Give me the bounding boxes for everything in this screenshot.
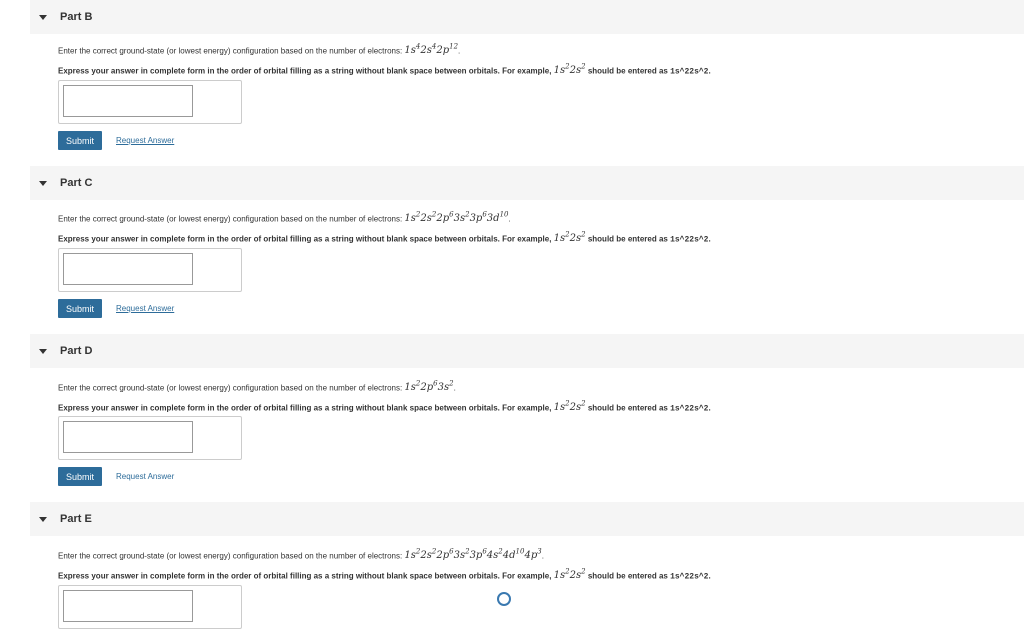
answer-box — [58, 80, 242, 124]
chevron-down-icon[interactable] — [39, 516, 47, 522]
submit-button[interactable]: Submit — [58, 467, 102, 486]
orbital-term: 1s4 — [404, 43, 421, 57]
orbital-term: 1s2 — [553, 231, 570, 245]
example-config: 1s22s2 — [553, 63, 586, 77]
orbital-term: 2s2 — [420, 548, 437, 562]
electron-count: 12 — [449, 43, 459, 51]
orbital-term: 2s2 — [569, 231, 586, 245]
instruction-text: Express your answer in complete form in … — [58, 63, 711, 77]
submit-button[interactable]: Submit — [58, 299, 102, 318]
part-title: Part D — [60, 345, 93, 357]
part-title: Part C — [60, 177, 93, 189]
answer-input[interactable] — [63, 590, 193, 622]
question-prompt: Enter the correct ground-state (or lowes… — [58, 211, 511, 225]
part-title: Part E — [60, 513, 92, 525]
electron-count: 2 — [565, 231, 570, 239]
question-prompt: Enter the correct ground-state (or lowes… — [58, 380, 456, 394]
question-prompt: Enter the correct ground-state (or lowes… — [58, 43, 461, 57]
orbital-term: 4p3 — [524, 548, 542, 562]
answer-box — [58, 416, 242, 460]
example-config: 1s22s2 — [553, 400, 586, 414]
chevron-down-icon[interactable] — [39, 14, 47, 20]
example-config: 1s22s2 — [553, 568, 586, 582]
request-answer-link[interactable]: Request Answer — [116, 304, 174, 313]
part-title: Part B — [60, 11, 93, 23]
orbital-term: 3p6 — [469, 211, 487, 225]
orbital-term: 3p6 — [469, 548, 487, 562]
electron-count: 2 — [449, 380, 454, 388]
orbital-term: 2s2 — [420, 211, 437, 225]
electron-count: 2 — [565, 63, 570, 71]
electron-config: 1s22p63s2 — [404, 380, 454, 394]
orbital-term: 4s2 — [486, 548, 503, 562]
answer-input[interactable] — [63, 85, 193, 117]
electron-count: 2 — [465, 548, 470, 556]
orbital-term: 1s2 — [404, 380, 421, 394]
orbital-term: 1s2 — [404, 548, 421, 562]
electron-count: 2 — [565, 400, 570, 408]
electron-count: 6 — [433, 380, 438, 388]
orbital-term: 2s4 — [420, 43, 437, 57]
electron-count: 6 — [449, 548, 454, 556]
request-answer-link[interactable]: Request Answer — [116, 472, 174, 481]
electron-config: 1s22s22p63s23p63d10 — [404, 211, 509, 225]
orbital-term: 1s2 — [404, 211, 421, 225]
loading-spinner-icon — [497, 592, 511, 606]
orbital-term: 2p6 — [436, 548, 454, 562]
orbital-term: 1s2 — [553, 568, 570, 582]
chevron-down-icon[interactable] — [39, 348, 47, 354]
orbital-term: 3d10 — [486, 211, 509, 225]
orbital-term: 2s2 — [569, 63, 586, 77]
part-d-header[interactable]: Part D — [30, 334, 1024, 368]
answer-box — [58, 248, 242, 292]
instruction-text: Express your answer in complete form in … — [58, 568, 711, 582]
electron-count: 3 — [537, 548, 542, 556]
orbital-term: 1s2 — [553, 63, 570, 77]
orbital-term: 2p12 — [436, 43, 459, 57]
instruction-text: Express your answer in complete form in … — [58, 400, 711, 414]
part-c-header[interactable]: Part C — [30, 166, 1024, 200]
instruction-text: Express your answer in complete form in … — [58, 231, 711, 245]
electron-config: 1s42s42p12 — [404, 43, 459, 57]
chevron-down-icon[interactable] — [39, 180, 47, 186]
example-config: 1s22s2 — [553, 231, 586, 245]
orbital-term: 2s2 — [569, 568, 586, 582]
answer-input[interactable] — [63, 421, 193, 453]
electron-count: 2 — [465, 211, 470, 219]
part-e-header[interactable]: Part E — [30, 502, 1024, 536]
orbital-term: 3s2 — [453, 548, 470, 562]
answer-input[interactable] — [63, 253, 193, 285]
request-answer-link[interactable]: Request Answer — [116, 136, 174, 145]
orbital-term: 2p6 — [436, 211, 454, 225]
part-b-header[interactable]: Part B — [30, 0, 1024, 34]
orbital-term: 3s2 — [453, 211, 470, 225]
question-prompt: Enter the correct ground-state (or lowes… — [58, 548, 544, 562]
orbital-term: 1s2 — [553, 400, 570, 414]
orbital-term: 2s2 — [569, 400, 586, 414]
electron-count: 2 — [565, 568, 570, 576]
orbital-term: 2p6 — [420, 380, 438, 394]
electron-count: 6 — [449, 211, 454, 219]
orbital-term: 4d10 — [502, 548, 525, 562]
answer-box — [58, 585, 242, 629]
orbital-term: 3s2 — [437, 380, 454, 394]
electron-count: 10 — [499, 211, 509, 219]
submit-button[interactable]: Submit — [58, 131, 102, 150]
electron-config: 1s22s22p63s23p64s24d104p3 — [404, 548, 542, 562]
